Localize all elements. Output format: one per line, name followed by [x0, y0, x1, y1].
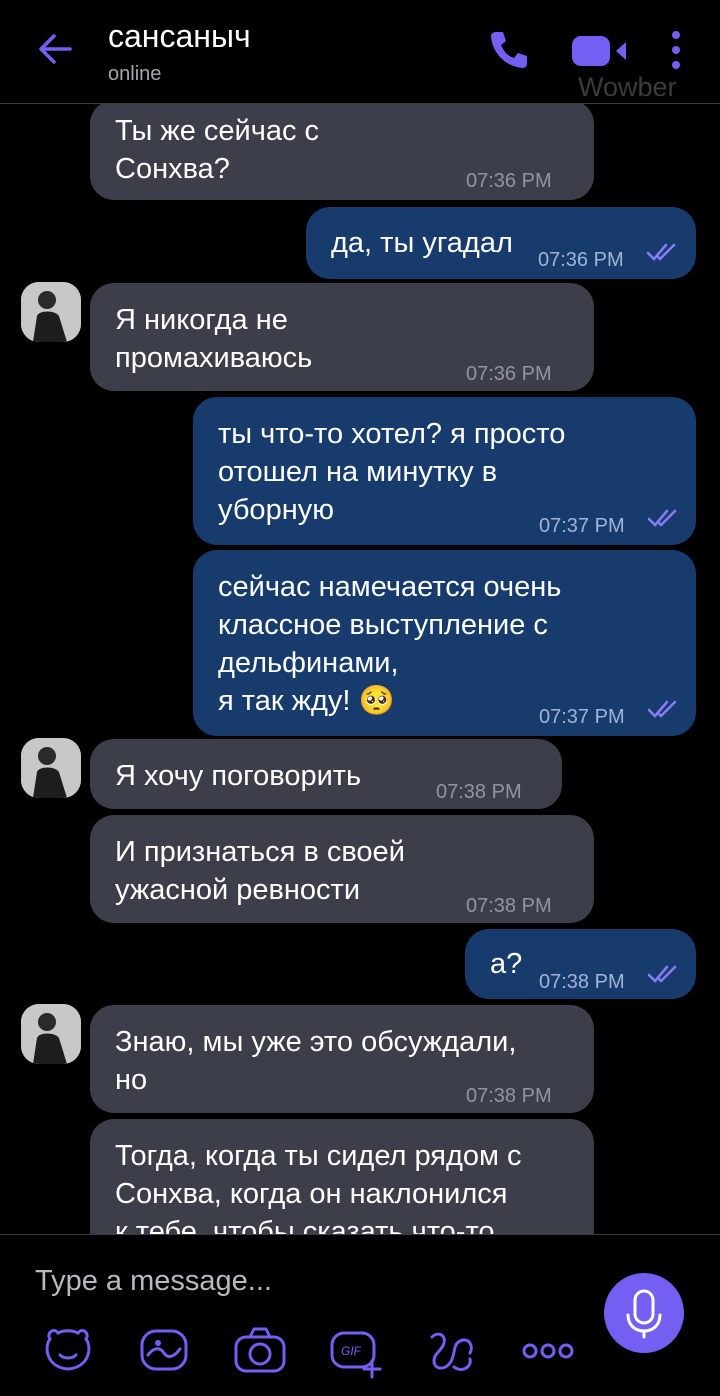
message-time: 07:38 PM	[466, 895, 552, 917]
avatar-image	[21, 1004, 81, 1064]
message-text: сейчас намечается очень классное выступл…	[218, 571, 562, 717]
message-text: Тогда, когда ты сидел рядом с Сонхва, ко…	[115, 1140, 522, 1234]
message-time: 07:38 PM	[436, 781, 522, 803]
watermark: Wowber	[578, 72, 677, 102]
message-bubble-incoming[interactable]: Я хочу поговорить 07:38 PM	[90, 739, 562, 809]
message-text: Я никогда не промахиваюсь	[115, 304, 313, 374]
message-bubble-incoming[interactable]: Я никогда не промахиваюсь 07:36 PM	[90, 283, 594, 391]
more-menu-icon[interactable]	[664, 28, 688, 72]
video-call-icon[interactable]	[570, 30, 628, 70]
avatar[interactable]	[21, 282, 81, 342]
contact-name[interactable]: сансаныч	[108, 18, 251, 55]
message-bubble-incoming[interactable]: И признаться в своей ужасной ревности 07…	[90, 815, 594, 923]
message-bubble-incoming[interactable]: Тогда, когда ты сидел рядом с Сонхва, ко…	[90, 1119, 594, 1234]
message-time: 07:38 PM	[466, 1085, 552, 1107]
chat-header: сансаныч online Wowber	[0, 0, 720, 104]
message-time: 07:37 PM	[539, 706, 625, 728]
microphone-icon	[626, 1289, 662, 1339]
more-options-icon[interactable]	[520, 1323, 576, 1379]
svg-text:GIF: GIF	[341, 1344, 362, 1358]
avatar[interactable]	[21, 1004, 81, 1064]
lens-icon[interactable]	[424, 1323, 480, 1379]
message-time: 07:36 PM	[538, 249, 624, 271]
message-time: 07:36 PM	[466, 363, 552, 385]
message-text: Ты же сейчас с Сонхва?	[115, 115, 320, 185]
message-bubble-outgoing[interactable]: да, ты угадал 07:36 PM	[306, 207, 696, 279]
composer-bar: GIF	[0, 1234, 720, 1396]
contact-status: online	[108, 63, 162, 85]
message-list[interactable]: Ты же сейчас с Сонхва? 07:36 PM да, ты у…	[0, 104, 720, 1234]
message-text: да, ты угадал	[331, 227, 513, 259]
message-text: а?	[490, 948, 523, 980]
phone-call-icon[interactable]	[486, 28, 530, 72]
message-bubble-incoming[interactable]: Ты же сейчас с Сонхва? 07:36 PM	[90, 104, 594, 200]
message-text: И признаться в своей ужасной ревности	[115, 836, 405, 906]
message-bubble-incoming[interactable]: Знаю, мы уже это обсуждали, но 07:38 PM	[90, 1005, 594, 1113]
read-receipt-icon	[646, 243, 676, 261]
camera-icon[interactable]	[232, 1323, 288, 1379]
read-receipt-icon	[647, 509, 677, 527]
message-bubble-outgoing[interactable]: а? 07:38 PM	[465, 929, 696, 999]
avatar[interactable]	[21, 738, 81, 798]
avatar-image	[21, 738, 81, 798]
message-input[interactable]	[35, 1259, 555, 1303]
message-time: 07:38 PM	[539, 971, 625, 993]
message-time: 07:36 PM	[466, 170, 552, 192]
read-receipt-icon	[647, 965, 677, 983]
back-arrow-icon[interactable]	[34, 28, 76, 70]
read-receipt-icon	[647, 700, 677, 718]
message-bubble-outgoing[interactable]: сейчас намечается очень классное выступл…	[193, 550, 696, 736]
message-text: Я хочу поговорить	[115, 760, 362, 792]
gif-icon[interactable]: GIF	[328, 1323, 384, 1379]
message-bubble-outgoing[interactable]: ты что-то хотел? я просто отошел на мину…	[193, 397, 696, 545]
voice-message-button[interactable]	[604, 1273, 684, 1353]
sticker-icon[interactable]	[40, 1323, 96, 1379]
message-text: Знаю, мы уже это обсуждали, но	[115, 1026, 517, 1096]
message-time: 07:37 PM	[539, 515, 625, 537]
doodle-icon[interactable]	[136, 1323, 192, 1379]
avatar-image	[21, 282, 81, 342]
message-text: ты что-то хотел? я просто отошел на мину…	[218, 418, 566, 526]
